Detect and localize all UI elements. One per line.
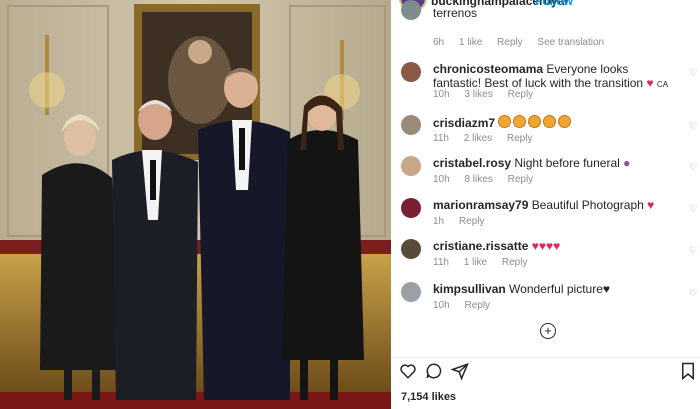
like-comment-heart-icon[interactable]: ♡ [689, 204, 697, 215]
comment-text: cristiane.rissatte ♥♥♥♥ [433, 239, 677, 253]
see-translation-link[interactable]: See translation [537, 37, 604, 48]
avatar[interactable] [401, 282, 421, 302]
comment-time: 6h [433, 37, 445, 48]
emoji-icon [558, 115, 572, 128]
comment-username[interactable]: kimpsullivan [433, 282, 506, 296]
reply-button[interactable]: Reply [508, 174, 534, 185]
like-comment-heart-icon[interactable]: ♡ [689, 68, 697, 79]
reply-button[interactable]: Reply [464, 300, 490, 311]
avatar[interactable] [401, 115, 421, 135]
instagram-post-view: buckinghampalaceroyal Follow terrenos 6h… [0, 0, 700, 409]
reply-button[interactable]: Reply [459, 216, 485, 227]
comment-body: Wonderful picture♥ [509, 282, 610, 296]
avatar[interactable] [401, 239, 421, 259]
comment-username[interactable]: cristabel.rosy [433, 156, 511, 170]
divider [391, 357, 700, 358]
flag-label: CA [656, 80, 669, 89]
comment-likes[interactable]: 1 like [464, 257, 487, 268]
reply-button[interactable]: Reply [507, 133, 533, 144]
comment-meta: 10h 8 likes Reply [433, 174, 545, 185]
comment-time: 10h [433, 174, 450, 185]
load-more-comments-icon[interactable]: + [540, 323, 556, 339]
person-emoji-icon: ● [623, 156, 631, 170]
comment-time: 1h [433, 216, 445, 227]
action-bar [391, 362, 700, 386]
comment-username[interactable]: chronicosteomama [433, 62, 543, 76]
reply-button[interactable]: Reply [508, 89, 534, 100]
comment-text: crisdiazm7 [433, 115, 677, 130]
comment-body: Beautiful Photograph [531, 198, 644, 212]
comment-time: 10h [433, 89, 450, 100]
reply-button[interactable]: Reply [497, 37, 523, 48]
reply-button[interactable]: Reply [502, 257, 528, 268]
comment-time: 11h [433, 133, 449, 144]
comment-meta: 11h 2 likes Reply [433, 133, 544, 144]
comment-meta: 10h 3 likes Reply [433, 89, 545, 100]
post-photo[interactable] [0, 0, 391, 409]
comment-meta: 10h Reply [433, 300, 502, 311]
comment-username[interactable]: crisdiazm7 [433, 116, 495, 130]
comment-likes[interactable]: 3 likes [464, 89, 492, 100]
comment-time: 11h [433, 257, 449, 268]
like-comment-heart-icon[interactable]: ♡ [689, 162, 697, 173]
comment-text: kimpsullivan Wonderful picture♥ [433, 282, 677, 296]
comment-username[interactable]: marionramsay79 [433, 198, 528, 212]
comment-meta: 11h 1 like Reply [433, 257, 539, 268]
like-comment-heart-icon[interactable]: ♡ [689, 245, 697, 256]
comment-text: cristabel.rosy Night before funeral ● [433, 156, 677, 170]
comment-body: Night before funeral [514, 156, 620, 170]
comment-text: marionramsay79 Beautiful Photograph ♥ [433, 198, 677, 212]
comments-panel: buckinghampalaceroyal Follow terrenos 6h… [391, 0, 700, 409]
like-comment-heart-icon[interactable]: ♡ [689, 288, 697, 299]
avatar[interactable] [401, 156, 421, 176]
likes-count[interactable]: 7,154 likes [401, 391, 456, 403]
emoji-icon [543, 115, 557, 128]
comment-time: 10h [433, 300, 450, 311]
bookmark-icon[interactable] [680, 362, 700, 384]
comment-likes[interactable]: 2 likes [464, 133, 492, 144]
emoji-icon [528, 115, 542, 128]
red-heart-icon: ♥♥♥♥ [531, 239, 561, 253]
comment-likes[interactable]: 8 likes [464, 174, 492, 185]
comment-meta: 6h 1 like Reply See translation [433, 37, 616, 48]
comment-likes[interactable]: 1 like [459, 37, 482, 48]
heart-icon[interactable] [399, 362, 421, 384]
red-heart-icon: ♥ [647, 198, 655, 212]
royal-family-photo [0, 0, 391, 409]
red-heart-icon: ♥ [646, 76, 654, 90]
comment-icon[interactable] [425, 362, 447, 384]
avatar[interactable] [401, 0, 421, 20]
comment-text: chronicosteomama Everyone looks fantasti… [433, 62, 677, 92]
emoji-icon [498, 115, 512, 128]
comment-text: terrenos [433, 6, 478, 20]
like-comment-heart-icon[interactable]: ♡ [689, 121, 697, 132]
avatar[interactable] [401, 198, 421, 218]
share-icon[interactable] [450, 362, 473, 384]
comment-meta: 1h Reply [433, 216, 496, 227]
comment-username[interactable]: cristiane.rissatte [433, 239, 528, 253]
emoji-icon [513, 115, 527, 128]
avatar[interactable] [401, 62, 421, 82]
